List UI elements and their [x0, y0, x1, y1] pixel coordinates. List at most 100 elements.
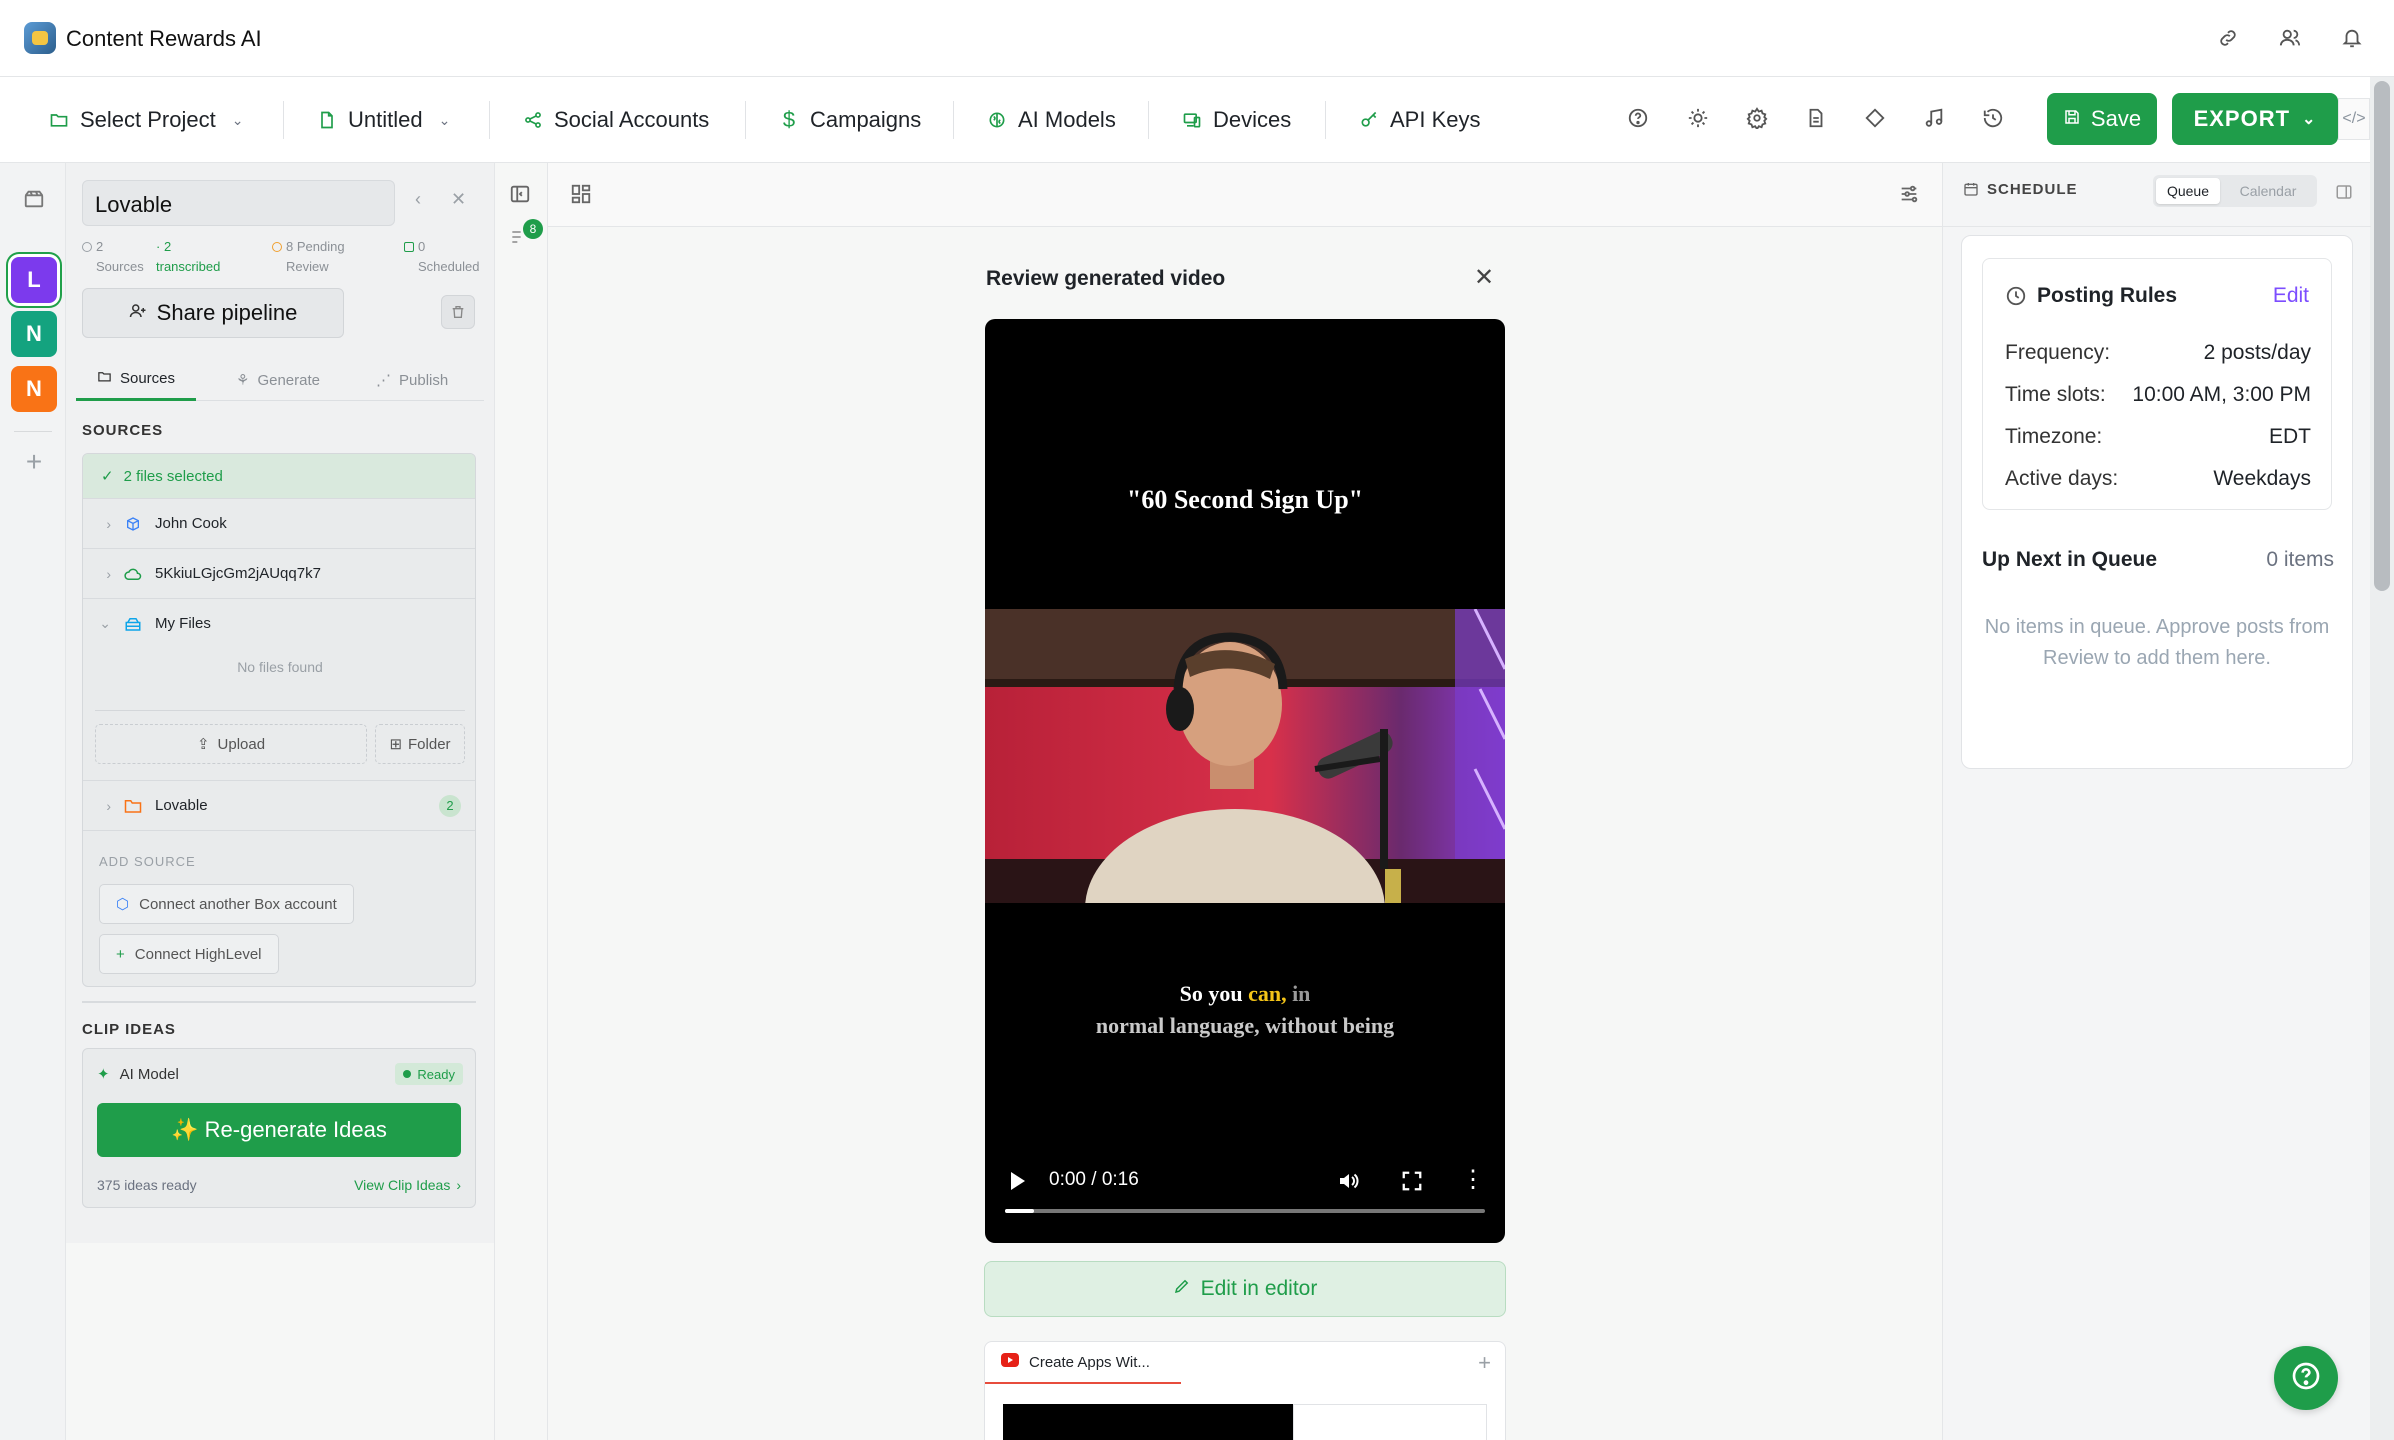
ai-models-button[interactable]: AI Models — [986, 103, 1116, 137]
scrollbar-thumb[interactable] — [2374, 81, 2390, 591]
chevron-left-icon[interactable]: ‹ — [415, 189, 421, 210]
rule-value: 10:00 AM, 3:00 PM — [2132, 383, 2311, 406]
calendar-toggle[interactable]: Calendar — [2225, 178, 2311, 204]
api-keys-button[interactable]: API Keys — [1358, 103, 1480, 137]
video-progress-bar[interactable] — [1005, 1209, 1485, 1213]
help-button[interactable] — [2274, 1346, 2338, 1410]
sidebar-toggle-icon[interactable] — [509, 183, 531, 210]
page-scrollbar[interactable] — [2370, 77, 2394, 1440]
music-icon[interactable] — [1919, 103, 1949, 133]
select-project-button[interactable]: Select Project ⌄ — [48, 103, 243, 137]
code-icon[interactable]: </> — [2338, 98, 2370, 140]
video-frame-image — [985, 609, 1505, 903]
export-button[interactable]: EXPORT ⌄ — [2172, 93, 2338, 145]
upload-button[interactable]: ⇪ Upload — [95, 724, 367, 764]
project-name-input[interactable]: Lovable — [82, 180, 395, 226]
video-player[interactable]: "60 Second Sign Up" So you can, in norma… — [985, 319, 1505, 1243]
divider — [745, 101, 746, 139]
close-icon[interactable]: ✕ — [451, 189, 466, 210]
tab-sources[interactable]: Sources — [76, 359, 196, 401]
users-icon[interactable] — [2274, 22, 2306, 54]
queue-toggle[interactable]: Queue — [2156, 178, 2220, 204]
source-row-cloud[interactable]: › 5KkiuLGjcGm2jAUqq7k7 — [83, 548, 475, 598]
settings-icon[interactable] — [1742, 103, 1772, 133]
tab-generate[interactable]: ⚘ Generate — [236, 359, 320, 401]
workspace-avatar-l[interactable]: L — [11, 257, 57, 303]
app-logo-icon — [24, 22, 56, 54]
folder-icon — [123, 796, 143, 816]
connect-box-label: Connect another Box account — [139, 895, 337, 913]
tab-publish[interactable]: ⋰ Publish — [376, 359, 448, 401]
stat-scheduled: 0 Scheduled — [404, 237, 479, 277]
divider — [283, 101, 284, 139]
add-tab-icon[interactable]: + — [1478, 1350, 1491, 1376]
edit-in-editor-label: Edit in editor — [1200, 1277, 1318, 1300]
video-timecode: 0:00 / 0:16 — [1049, 1169, 1139, 1190]
review-area: Review generated video ✕ "60 Second Sign… — [548, 163, 1942, 1440]
schedule-panel: SCHEDULE Queue Calendar Posting Rules Ed… — [1942, 163, 2371, 1440]
caption-text: in — [1286, 981, 1311, 1006]
pending-count: 8 Pending — [286, 239, 345, 254]
layout-icon[interactable] — [570, 183, 592, 210]
edit-rules-link[interactable]: Edit — [2273, 284, 2309, 308]
source-row-my-files[interactable]: ⌄ My Files — [83, 598, 475, 648]
upload-icon: ⇪ — [196, 736, 210, 753]
sources-count: 2 — [96, 239, 104, 254]
document-icon[interactable] — [1801, 103, 1831, 133]
queue-empty-message: No items in queue. Approve posts from Re… — [1984, 616, 2330, 669]
share-pipeline-button[interactable]: Share pipeline — [82, 288, 344, 338]
rule-active-days: Active days: Weekdays — [2005, 467, 2311, 491]
save-label: Save — [2090, 106, 2142, 131]
trash-icon[interactable] — [441, 295, 475, 329]
add-workspace-icon[interactable]: + — [20, 446, 48, 478]
edit-in-editor-button[interactable]: Edit in editor — [984, 1261, 1506, 1317]
social-accounts-label: Social Accounts — [554, 107, 710, 132]
volume-icon[interactable] — [1337, 1169, 1361, 1198]
view-clip-ideas-link[interactable]: View Clip Ideas › — [354, 1177, 461, 1193]
more-options-icon[interactable]: ⋮ — [1461, 1168, 1485, 1192]
chevron-down-icon: ⌄ — [438, 111, 451, 128]
rule-key: Frequency: — [2005, 341, 2111, 364]
source-row-box[interactable]: › John Cook — [83, 498, 475, 548]
view-clip-ideas-label: View Clip Ideas — [354, 1177, 451, 1193]
connect-box-button[interactable]: ⬡ Connect another Box account — [99, 884, 354, 924]
untitled-file-button[interactable]: Untitled ⌄ — [316, 103, 450, 137]
campaigns-button[interactable]: $ Campaigns — [778, 103, 921, 137]
folder-button[interactable]: ⊞ Folder — [375, 724, 465, 764]
diamond-icon[interactable] — [1860, 103, 1890, 133]
history-icon[interactable] — [1978, 103, 2008, 133]
box-icon: ⬡ — [116, 896, 130, 913]
calendar-icon — [404, 242, 414, 252]
review-toolbar — [548, 163, 1942, 227]
ai-model-label: AI Model — [119, 1065, 179, 1083]
schedule-header: SCHEDULE Queue Calendar — [1943, 163, 2371, 227]
progress-fill — [1005, 1209, 1034, 1213]
youtube-tab[interactable]: Create Apps Wit... — [985, 1342, 1181, 1384]
play-icon[interactable] — [1009, 1171, 1027, 1196]
workspace-avatar-n[interactable]: N — [11, 311, 57, 357]
api-keys-label: API Keys — [1390, 107, 1481, 132]
share-pipeline-label: Share pipeline — [156, 300, 298, 325]
workspace-avatar-n-orange[interactable]: N — [11, 366, 57, 412]
regenerate-ideas-button[interactable]: ✨ Re-generate Ideas — [97, 1103, 461, 1157]
clock-icon — [2005, 285, 2027, 312]
pencil-icon — [1173, 1277, 1191, 1301]
help-circle-icon[interactable] — [1623, 103, 1653, 133]
connect-highlevel-button[interactable]: + Connect HighLevel — [99, 934, 279, 974]
source-icon — [82, 242, 92, 252]
close-icon[interactable]: ✕ — [1474, 263, 1494, 292]
bell-icon[interactable] — [2336, 22, 2368, 54]
social-accounts-button[interactable]: Social Accounts — [522, 103, 709, 137]
clip-ideas-card: ✦ AI Model Ready ✨ Re-generate Ideas 375… — [82, 1048, 476, 1208]
source-row-lovable[interactable]: › Lovable 2 — [83, 780, 475, 830]
link-icon[interactable] — [2212, 22, 2244, 54]
fullscreen-icon[interactable] — [1401, 1170, 1423, 1197]
source-name: My Files — [155, 615, 211, 632]
collapse-panel-icon[interactable] — [2335, 183, 2353, 206]
transcribed-count: · 2 — [156, 239, 172, 254]
devices-button[interactable]: Devices — [1181, 103, 1291, 137]
sliders-icon[interactable] — [1898, 183, 1920, 210]
clapperboard-icon[interactable] — [20, 185, 48, 213]
save-button[interactable]: Save — [2047, 93, 2157, 145]
sun-icon[interactable] — [1683, 103, 1713, 133]
